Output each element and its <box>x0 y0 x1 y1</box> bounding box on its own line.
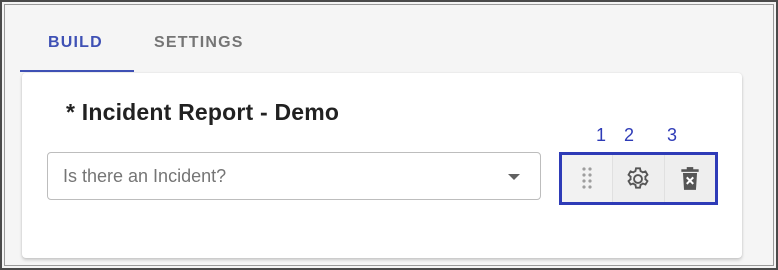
form-card: * Incident Report - Demo Is there an Inc… <box>22 73 742 258</box>
delete-icon <box>681 166 699 190</box>
delete-button[interactable] <box>664 155 715 202</box>
gear-icon <box>627 166 650 189</box>
field-toolbar <box>559 152 718 205</box>
dropdown-arrow-icon[interactable] <box>508 174 520 180</box>
drag-handle-button[interactable] <box>562 155 614 202</box>
tab-build[interactable]: BUILD <box>20 14 134 72</box>
tab-settings[interactable]: SETTINGS <box>134 14 272 72</box>
tab-build-label: BUILD <box>48 34 103 51</box>
drag-handle-icon[interactable] <box>580 166 594 192</box>
annotation-number-2: 2 <box>624 125 635 145</box>
settings-button[interactable] <box>613 155 665 202</box>
incident-select[interactable]: Is there an Incident? <box>47 152 541 200</box>
tab-settings-label: SETTINGS <box>154 34 244 51</box>
card-title: * Incident Report - Demo <box>66 99 340 125</box>
annotation-number-3: 3 <box>667 125 678 145</box>
select-value: Is there an Incident? <box>63 166 227 186</box>
tab-bar: BUILD SETTINGS <box>20 14 272 72</box>
annotation-number-1: 1 <box>596 125 607 145</box>
